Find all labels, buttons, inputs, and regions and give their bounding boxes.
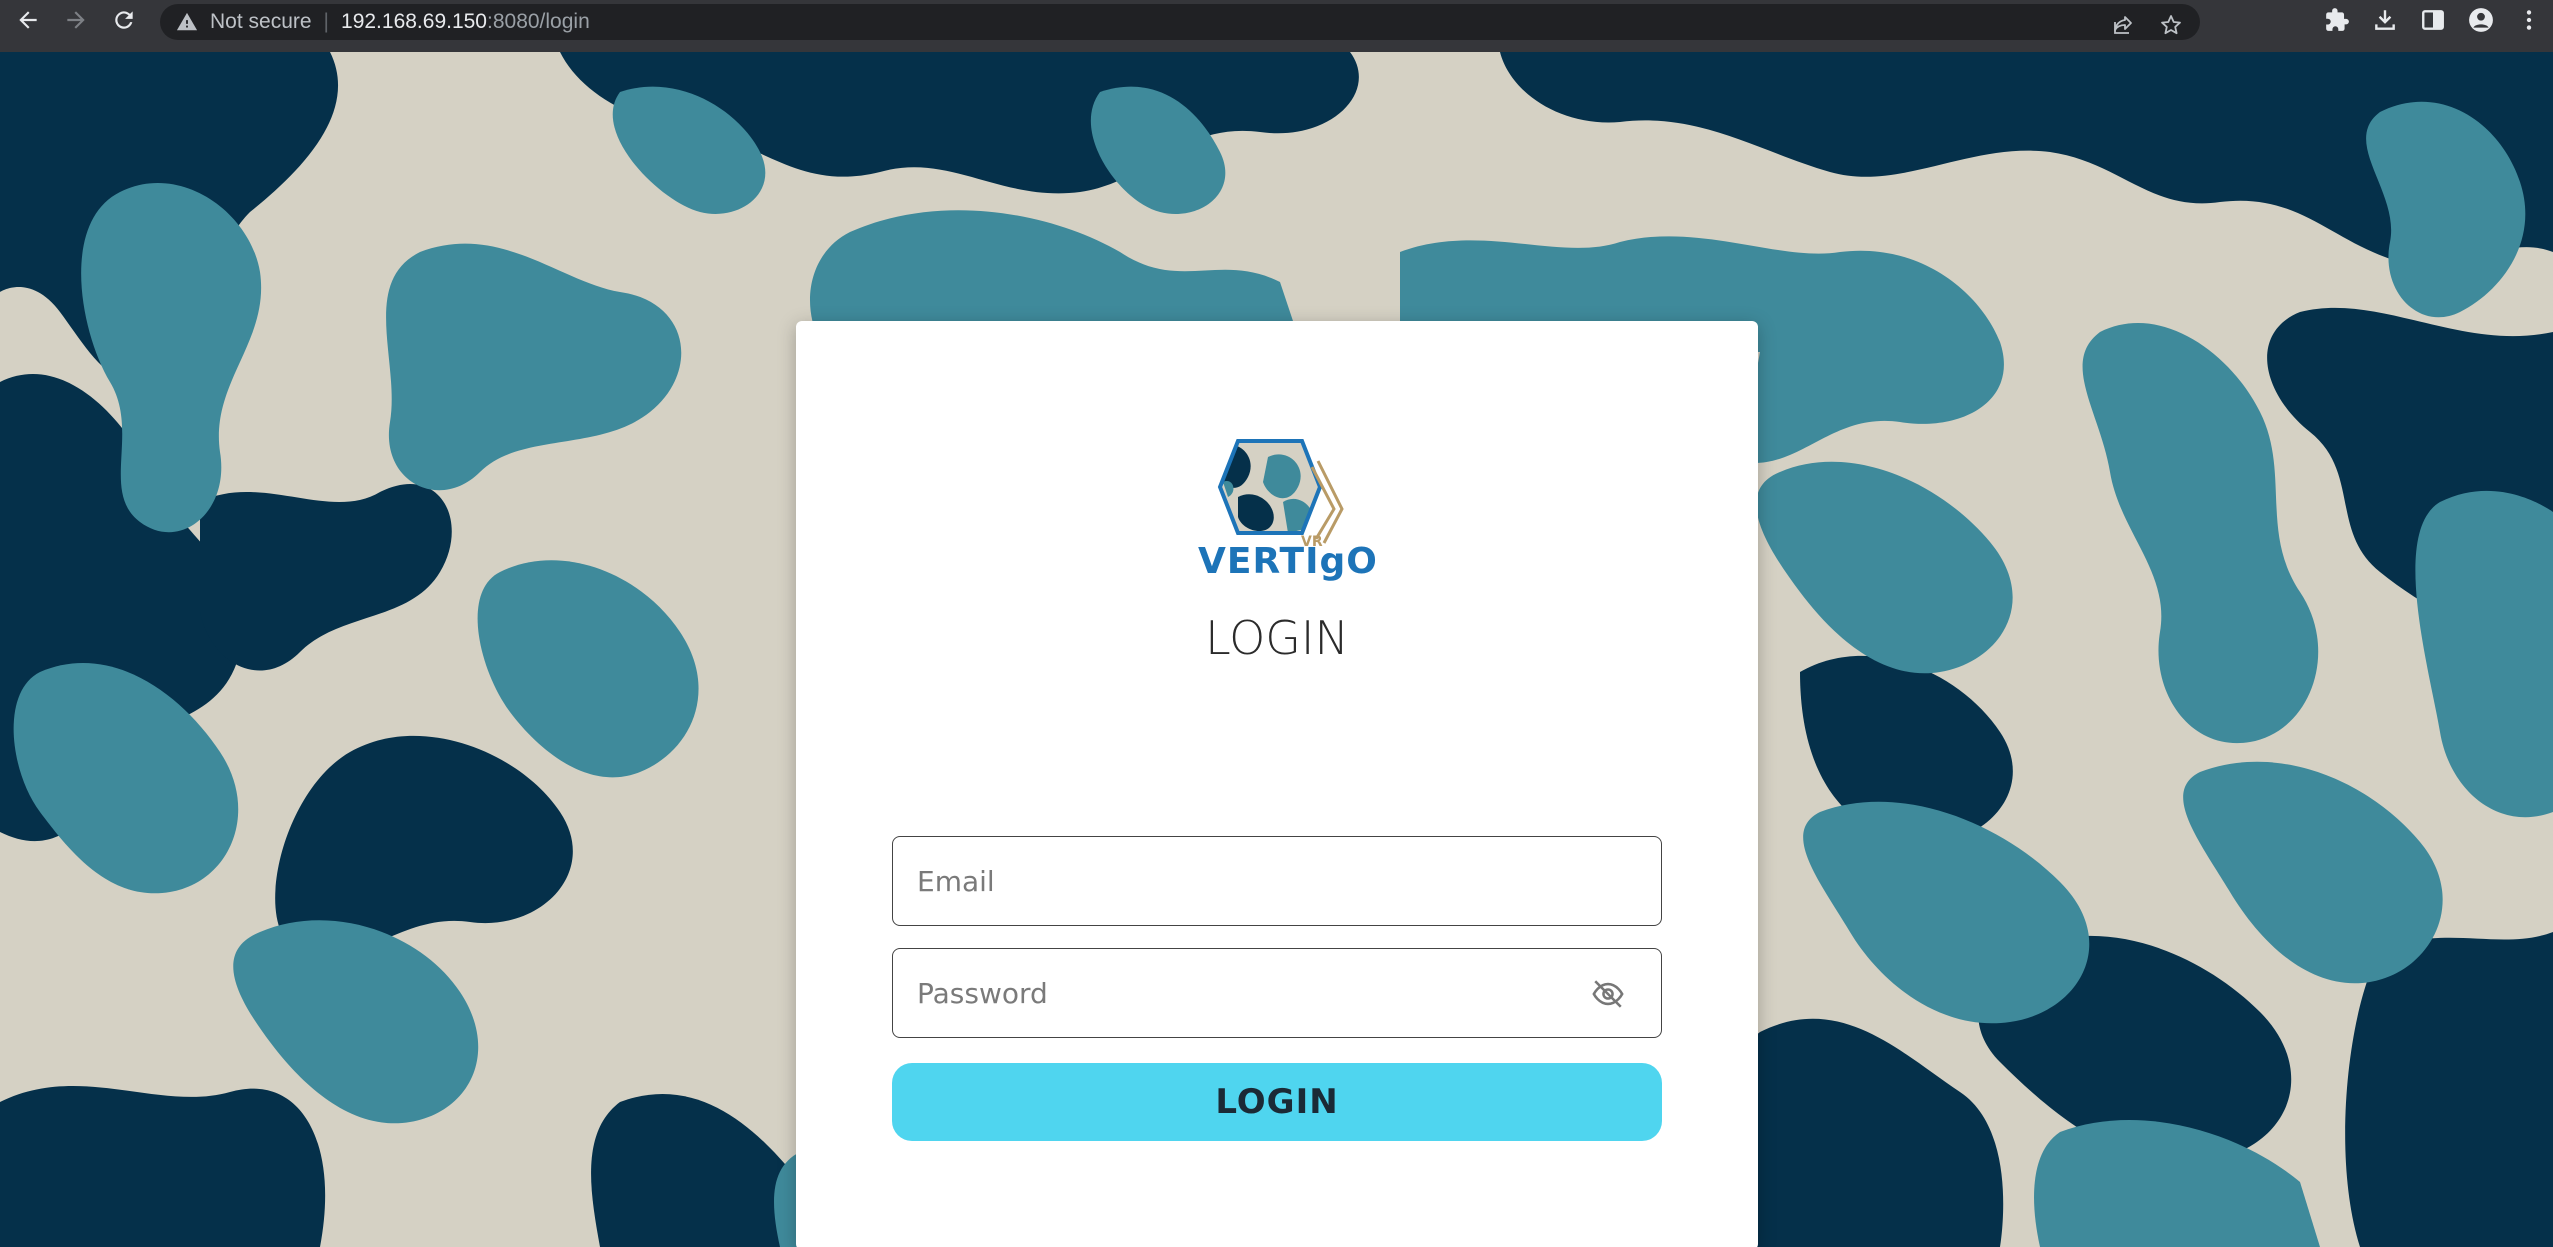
brand-name: VERTIgO xyxy=(1198,541,1378,582)
download-icon xyxy=(2375,10,2395,30)
page-title: LOGIN xyxy=(1205,611,1349,665)
login-card: VERTIgO VR LOGIN LOGIN xyxy=(796,321,1758,1247)
vertigo-logo: VERTIgO VR xyxy=(1198,437,1378,587)
side-panel-icon xyxy=(2422,10,2444,30)
share-button[interactable] xyxy=(2110,12,2136,38)
bookmark-star-icon xyxy=(2161,15,2181,35)
profile-icon xyxy=(2469,8,2493,32)
address-bar[interactable]: Not secure | 192.168.69.150 :8080/login xyxy=(160,4,2200,40)
email-input[interactable] xyxy=(893,864,1661,898)
extensions-icon xyxy=(2326,8,2349,31)
url-host: 192.168.69.150 xyxy=(341,10,487,33)
profile-button[interactable] xyxy=(2457,0,2505,40)
warning-icon xyxy=(176,12,198,31)
share-icon xyxy=(2114,16,2132,34)
brand-badge: VR xyxy=(1301,534,1323,550)
password-field[interactable] xyxy=(892,948,1662,1038)
side-panel-button[interactable] xyxy=(2409,0,2457,40)
extensions-button[interactable] xyxy=(2313,0,2361,40)
password-input[interactable] xyxy=(893,976,1661,1010)
forward-button[interactable] xyxy=(56,0,96,40)
reload-button[interactable] xyxy=(104,0,144,40)
email-field[interactable] xyxy=(892,836,1662,926)
toolbar-actions xyxy=(2313,0,2553,40)
address-separator: | xyxy=(323,10,330,33)
back-button[interactable] xyxy=(8,0,48,40)
security-label[interactable]: Not secure xyxy=(210,10,312,34)
browser-toolbar: Not secure | 192.168.69.150 :8080/login xyxy=(0,0,2553,52)
downloads-button[interactable] xyxy=(2361,0,2409,40)
toggle-password-visibility-icon[interactable] xyxy=(1591,977,1625,1011)
reload-icon xyxy=(115,11,133,29)
page-viewport: VERTIgO VR LOGIN LOGIN xyxy=(0,52,2553,1247)
bookmark-button[interactable] xyxy=(2158,12,2184,38)
browser-menu-button[interactable] xyxy=(2505,0,2553,40)
forward-icon xyxy=(67,11,85,29)
menu-icon xyxy=(2526,10,2532,30)
url-path: :8080/login xyxy=(487,10,590,33)
login-button[interactable]: LOGIN xyxy=(892,1063,1662,1141)
back-icon xyxy=(19,11,37,29)
